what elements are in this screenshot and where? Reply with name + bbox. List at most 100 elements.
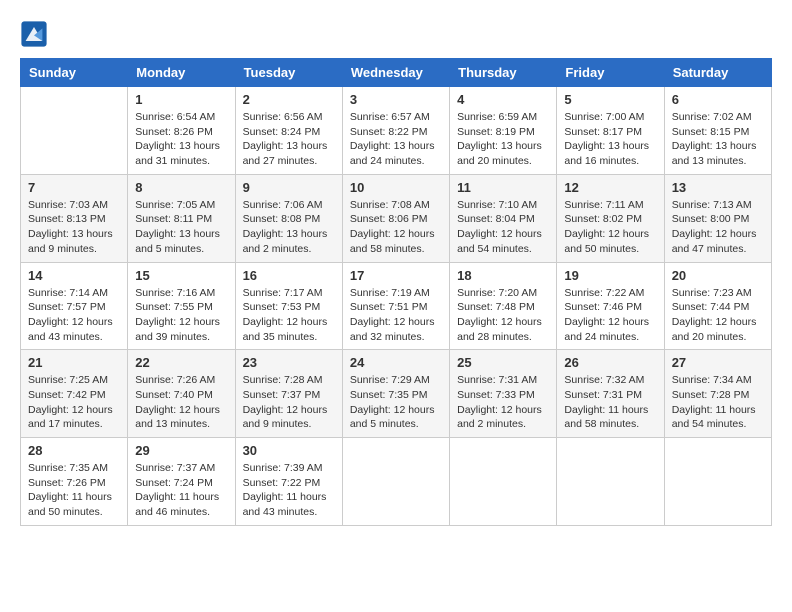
day-info: Sunrise: 7:20 AM Sunset: 7:48 PM Dayligh… — [457, 286, 549, 345]
day-info: Sunrise: 7:00 AM Sunset: 8:17 PM Dayligh… — [564, 110, 656, 169]
calendar-cell: 18 Sunrise: 7:20 AM Sunset: 7:48 PM Dayli… — [450, 262, 557, 350]
day-number: 28 — [28, 443, 120, 458]
calendar-cell: 3 Sunrise: 6:57 AM Sunset: 8:22 PM Daylig… — [342, 87, 449, 175]
page-header — [20, 20, 772, 48]
day-info: Sunrise: 7:39 AM Sunset: 7:22 PM Dayligh… — [243, 461, 335, 520]
day-info: Sunrise: 7:26 AM Sunset: 7:40 PM Dayligh… — [135, 373, 227, 432]
calendar-cell: 30 Sunrise: 7:39 AM Sunset: 7:22 PM Dayli… — [235, 438, 342, 526]
day-info: Sunrise: 7:19 AM Sunset: 7:51 PM Dayligh… — [350, 286, 442, 345]
day-number: 21 — [28, 355, 120, 370]
day-number: 27 — [672, 355, 764, 370]
day-number: 18 — [457, 268, 549, 283]
day-number: 20 — [672, 268, 764, 283]
day-number: 12 — [564, 180, 656, 195]
header-row: SundayMondayTuesdayWednesdayThursdayFrid… — [21, 59, 772, 87]
day-info: Sunrise: 7:11 AM Sunset: 8:02 PM Dayligh… — [564, 198, 656, 257]
calendar-cell: 20 Sunrise: 7:23 AM Sunset: 7:44 PM Dayli… — [664, 262, 771, 350]
calendar-week-1: 1 Sunrise: 6:54 AM Sunset: 8:26 PM Daylig… — [21, 87, 772, 175]
calendar-cell: 1 Sunrise: 6:54 AM Sunset: 8:26 PM Daylig… — [128, 87, 235, 175]
calendar-cell: 23 Sunrise: 7:28 AM Sunset: 7:37 PM Dayli… — [235, 350, 342, 438]
calendar-week-4: 21 Sunrise: 7:25 AM Sunset: 7:42 PM Dayli… — [21, 350, 772, 438]
day-info: Sunrise: 7:25 AM Sunset: 7:42 PM Dayligh… — [28, 373, 120, 432]
calendar-cell — [557, 438, 664, 526]
day-info: Sunrise: 7:13 AM Sunset: 8:00 PM Dayligh… — [672, 198, 764, 257]
calendar-cell: 11 Sunrise: 7:10 AM Sunset: 8:04 PM Dayli… — [450, 174, 557, 262]
day-info: Sunrise: 7:28 AM Sunset: 7:37 PM Dayligh… — [243, 373, 335, 432]
day-number: 3 — [350, 92, 442, 107]
calendar-cell — [450, 438, 557, 526]
logo-icon — [20, 20, 48, 48]
day-info: Sunrise: 7:06 AM Sunset: 8:08 PM Dayligh… — [243, 198, 335, 257]
calendar-week-5: 28 Sunrise: 7:35 AM Sunset: 7:26 PM Dayli… — [21, 438, 772, 526]
calendar-cell: 9 Sunrise: 7:06 AM Sunset: 8:08 PM Daylig… — [235, 174, 342, 262]
calendar-cell: 29Sunrise: 7:37 AM Sunset: 7:24 PM Dayli… — [128, 438, 235, 526]
calendar-cell: 4 Sunrise: 6:59 AM Sunset: 8:19 PM Daylig… — [450, 87, 557, 175]
calendar-cell: 12 Sunrise: 7:11 AM Sunset: 8:02 PM Dayli… — [557, 174, 664, 262]
day-number: 7 — [28, 180, 120, 195]
day-info: Sunrise: 6:54 AM Sunset: 8:26 PM Dayligh… — [135, 110, 227, 169]
day-number: 10 — [350, 180, 442, 195]
day-number: 19 — [564, 268, 656, 283]
day-number: 23 — [243, 355, 335, 370]
day-info: Sunrise: 7:23 AM Sunset: 7:44 PM Dayligh… — [672, 286, 764, 345]
day-number: 9 — [243, 180, 335, 195]
calendar-cell: 2 Sunrise: 6:56 AM Sunset: 8:24 PM Daylig… — [235, 87, 342, 175]
day-number: 2 — [243, 92, 335, 107]
day-info: Sunrise: 6:56 AM Sunset: 8:24 PM Dayligh… — [243, 110, 335, 169]
day-number: 5 — [564, 92, 656, 107]
calendar-cell: 24Sunrise: 7:29 AM Sunset: 7:35 PM Dayli… — [342, 350, 449, 438]
calendar-cell: 21 Sunrise: 7:25 AM Sunset: 7:42 PM Dayli… — [21, 350, 128, 438]
day-number: 26 — [564, 355, 656, 370]
day-number: 6 — [672, 92, 764, 107]
calendar-body: 1 Sunrise: 6:54 AM Sunset: 8:26 PM Daylig… — [21, 87, 772, 526]
day-number: 30 — [243, 443, 335, 458]
calendar-cell: 15 Sunrise: 7:16 AM Sunset: 7:55 PM Dayli… — [128, 262, 235, 350]
calendar-header: SundayMondayTuesdayWednesdayThursdayFrid… — [21, 59, 772, 87]
header-day-tuesday: Tuesday — [235, 59, 342, 87]
calendar-cell: 19 Sunrise: 7:22 AM Sunset: 7:46 PM Dayli… — [557, 262, 664, 350]
header-day-thursday: Thursday — [450, 59, 557, 87]
day-info: Sunrise: 7:34 AM Sunset: 7:28 PM Dayligh… — [672, 373, 764, 432]
day-info: Sunrise: 6:57 AM Sunset: 8:22 PM Dayligh… — [350, 110, 442, 169]
day-info: Sunrise: 7:35 AM Sunset: 7:26 PM Dayligh… — [28, 461, 120, 520]
calendar-cell: 25 Sunrise: 7:31 AM Sunset: 7:33 PM Dayli… — [450, 350, 557, 438]
day-info: Sunrise: 6:59 AM Sunset: 8:19 PM Dayligh… — [457, 110, 549, 169]
calendar-cell: 14Sunrise: 7:14 AM Sunset: 7:57 PM Dayli… — [21, 262, 128, 350]
header-day-friday: Friday — [557, 59, 664, 87]
calendar-cell — [342, 438, 449, 526]
calendar-cell: 28 Sunrise: 7:35 AM Sunset: 7:26 PM Dayli… — [21, 438, 128, 526]
header-day-saturday: Saturday — [664, 59, 771, 87]
day-number: 25 — [457, 355, 549, 370]
day-number: 4 — [457, 92, 549, 107]
calendar-cell: 16Sunrise: 7:17 AM Sunset: 7:53 PM Dayli… — [235, 262, 342, 350]
logo — [20, 20, 52, 48]
day-info: Sunrise: 7:10 AM Sunset: 8:04 PM Dayligh… — [457, 198, 549, 257]
calendar-cell: 13 Sunrise: 7:13 AM Sunset: 8:00 PM Dayli… — [664, 174, 771, 262]
day-info: Sunrise: 7:31 AM Sunset: 7:33 PM Dayligh… — [457, 373, 549, 432]
calendar-cell — [21, 87, 128, 175]
day-info: Sunrise: 7:05 AM Sunset: 8:11 PM Dayligh… — [135, 198, 227, 257]
calendar-cell: 22 Sunrise: 7:26 AM Sunset: 7:40 PM Dayli… — [128, 350, 235, 438]
header-day-monday: Monday — [128, 59, 235, 87]
day-number: 11 — [457, 180, 549, 195]
calendar-week-2: 7 Sunrise: 7:03 AM Sunset: 8:13 PM Daylig… — [21, 174, 772, 262]
day-number: 8 — [135, 180, 227, 195]
day-number: 15 — [135, 268, 227, 283]
calendar-cell: 26Sunrise: 7:32 AM Sunset: 7:31 PM Dayli… — [557, 350, 664, 438]
day-number: 13 — [672, 180, 764, 195]
day-number: 22 — [135, 355, 227, 370]
day-info: Sunrise: 7:22 AM Sunset: 7:46 PM Dayligh… — [564, 286, 656, 345]
calendar-cell: 8 Sunrise: 7:05 AM Sunset: 8:11 PM Daylig… — [128, 174, 235, 262]
header-day-sunday: Sunday — [21, 59, 128, 87]
day-info: Sunrise: 7:16 AM Sunset: 7:55 PM Dayligh… — [135, 286, 227, 345]
calendar-cell: 17 Sunrise: 7:19 AM Sunset: 7:51 PM Dayli… — [342, 262, 449, 350]
day-number: 1 — [135, 92, 227, 107]
calendar-table: SundayMondayTuesdayWednesdayThursdayFrid… — [20, 58, 772, 526]
day-number: 29 — [135, 443, 227, 458]
day-info: Sunrise: 7:03 AM Sunset: 8:13 PM Dayligh… — [28, 198, 120, 257]
day-info: Sunrise: 7:29 AM Sunset: 7:35 PM Dayligh… — [350, 373, 442, 432]
day-number: 17 — [350, 268, 442, 283]
calendar-cell — [664, 438, 771, 526]
day-info: Sunrise: 7:02 AM Sunset: 8:15 PM Dayligh… — [672, 110, 764, 169]
calendar-cell: 6 Sunrise: 7:02 AM Sunset: 8:15 PM Daylig… — [664, 87, 771, 175]
